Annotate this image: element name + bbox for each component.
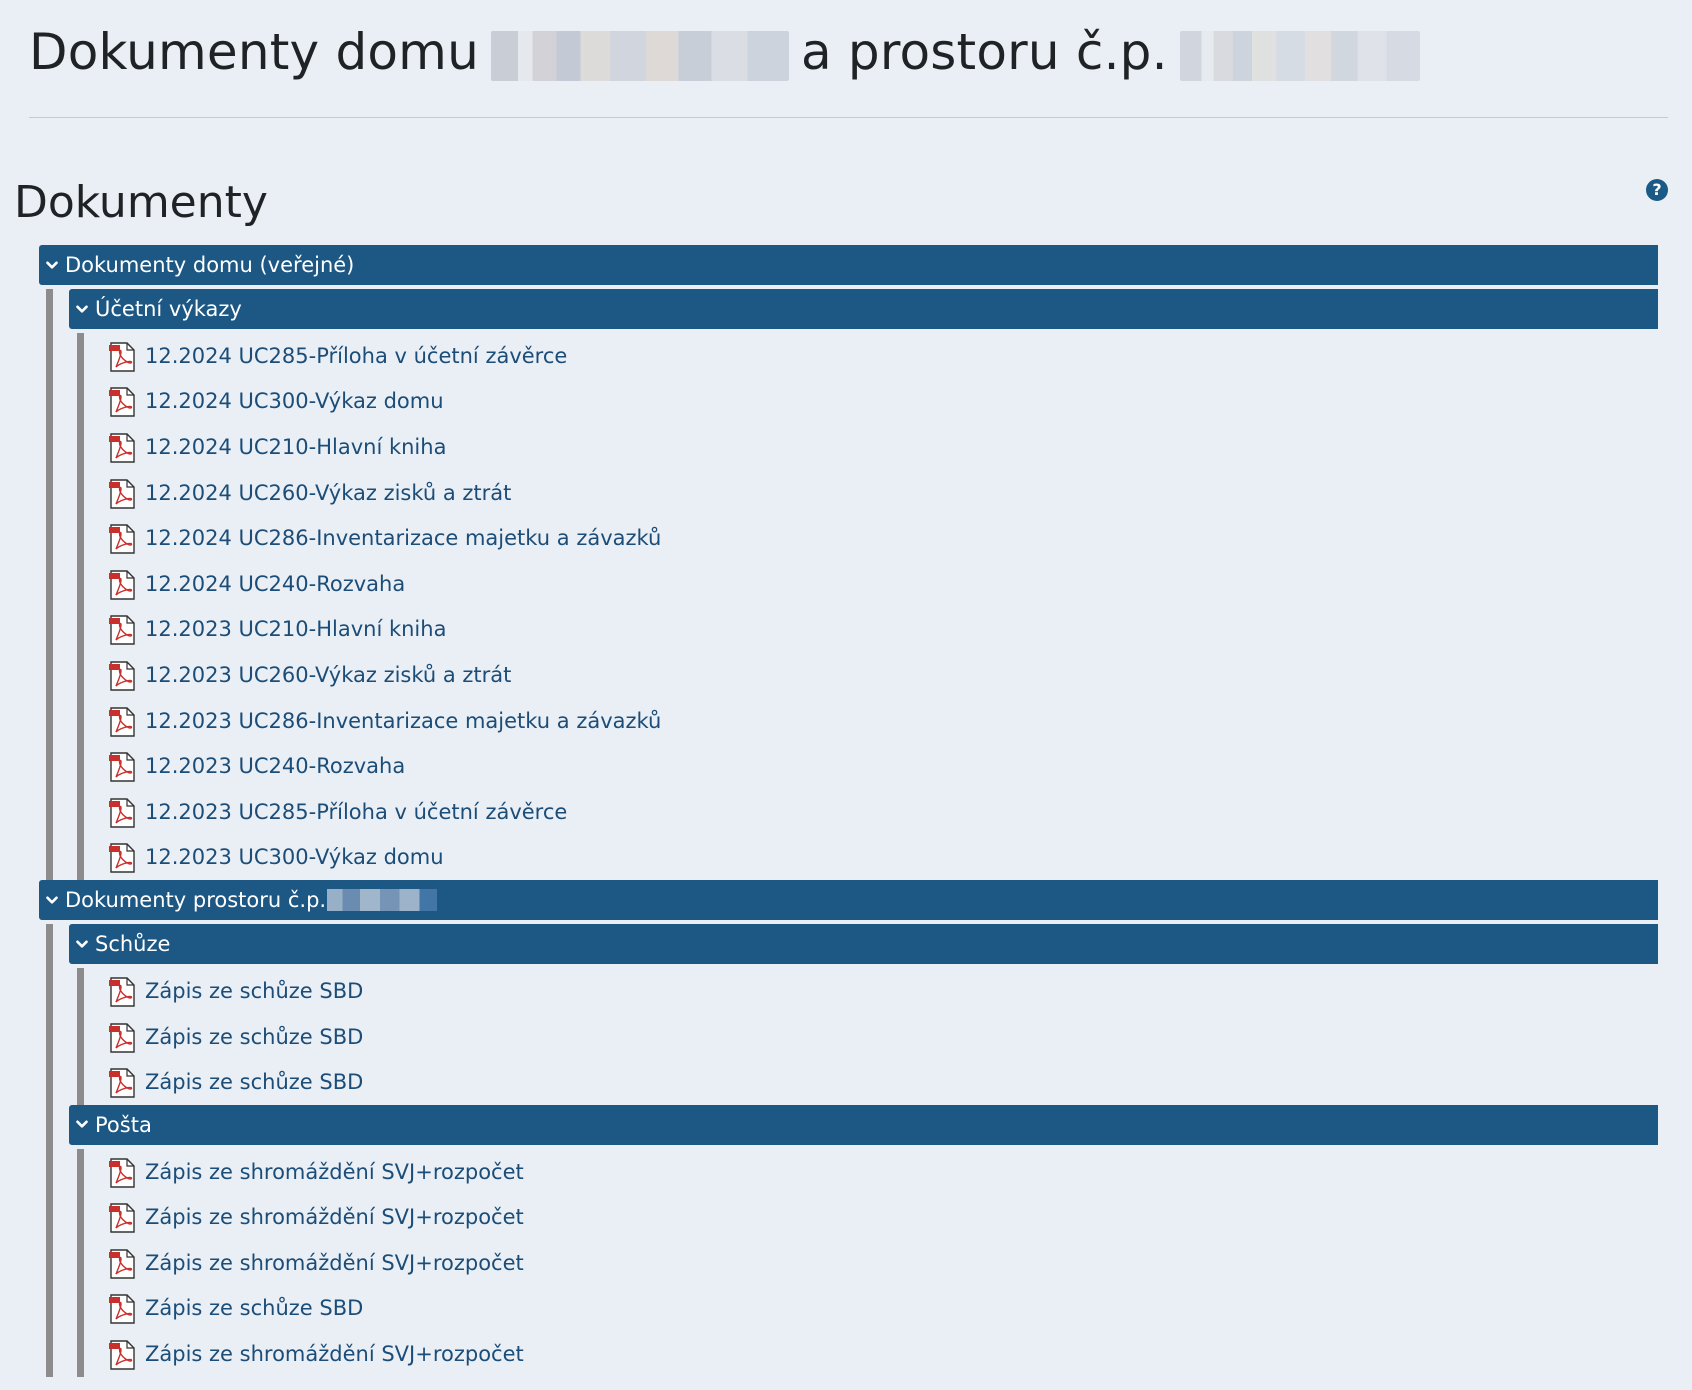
section-heading: Dokumenty xyxy=(14,177,268,228)
pdf-file-icon xyxy=(108,977,136,1007)
file-link[interactable]: Zápis ze schůze SBD xyxy=(108,1014,1658,1060)
file-name: 12.2023 UC285-Příloha v účetní závěrce xyxy=(145,799,568,824)
title-divider xyxy=(29,117,1668,118)
file-name: Zápis ze schůze SBD xyxy=(145,1024,364,1049)
file-link[interactable]: 12.2023 UC300-Výkaz domu xyxy=(108,835,1658,881)
subfolder-group: Pošta Zápis ze shromáždění SVJ+rozpočet Zá… xyxy=(69,1104,1658,1377)
file-list: Zápis ze shromáždění SVJ+rozpočet Zápis z… xyxy=(77,1148,1658,1377)
file-link[interactable]: 12.2024 UC300-Výkaz domu xyxy=(108,379,1658,425)
redacted-address xyxy=(490,31,789,81)
file-name: Zápis ze schůze SBD xyxy=(145,1070,364,1095)
chevron-down-icon xyxy=(45,893,59,907)
file-link[interactable]: 12.2024 UC260-Výkaz zisků a ztrát xyxy=(108,470,1658,516)
pdf-file-icon xyxy=(108,1022,136,1053)
file-name: 12.2024 UC300-Výkaz domu xyxy=(145,389,444,414)
file-name: 12.2024 UC210-Hlavní kniha xyxy=(145,434,447,459)
pdf-file-icon xyxy=(108,1203,136,1233)
pdf-file-icon xyxy=(108,752,136,782)
file-name: Zápis ze schůze SBD xyxy=(145,1296,364,1321)
chevron-down-icon xyxy=(75,302,89,316)
file-name: Zápis ze shromáždění SVJ+rozpočet xyxy=(145,1205,524,1230)
redacted-unit-number xyxy=(1179,31,1420,81)
file-name: 12.2023 UC286-Inventarizace majetku a zá… xyxy=(145,708,662,733)
file-link[interactable]: Zápis ze schůze SBD xyxy=(108,1286,1658,1332)
subfolder-group: Účetní výkazy 12.2024 UC285-Příloha v úče… xyxy=(69,289,1658,881)
file-name: 12.2024 UC240-Rozvaha xyxy=(145,571,406,596)
subfolder-label: Schůze xyxy=(95,932,171,957)
subfolder-header[interactable]: Pošta xyxy=(69,1104,1658,1145)
page-title-part2: a prostoru č.p. xyxy=(800,23,1168,81)
file-link[interactable]: Zápis ze shromáždění SVJ+rozpočet xyxy=(108,1240,1658,1286)
page-title-part1: Dokumenty domu xyxy=(29,23,479,81)
redacted-unit-number xyxy=(327,889,438,912)
file-link[interactable]: Zápis ze shromáždění SVJ+rozpočet xyxy=(108,1195,1658,1241)
file-link[interactable]: 12.2023 UC285-Příloha v účetní závěrce xyxy=(108,789,1658,835)
page-title: Dokumenty domu a prostoru č.p. xyxy=(29,20,1432,84)
file-link[interactable]: Zápis ze shromáždění SVJ+rozpočet xyxy=(108,1149,1658,1195)
file-name: 12.2023 UC300-Výkaz domu xyxy=(145,845,444,870)
file-link[interactable]: 12.2023 UC260-Výkaz zisků a ztrát xyxy=(108,652,1658,698)
file-link[interactable]: 12.2023 UC240-Rozvaha xyxy=(108,743,1658,789)
file-name: 12.2024 UC260-Výkaz zisků a ztrát xyxy=(145,480,512,505)
file-link[interactable]: Zápis ze shromáždění SVJ+rozpočet xyxy=(108,1331,1658,1377)
file-name: 12.2023 UC240-Rozvaha xyxy=(145,754,406,779)
pdf-file-icon xyxy=(108,843,136,874)
subfolder-header[interactable]: Schůze xyxy=(69,924,1658,965)
subfolder-header[interactable]: Účetní výkazy xyxy=(69,289,1658,329)
folder-group: Dokumenty domu (veřejné) Účetní výkazy 12.… xyxy=(39,245,1658,881)
file-name: Zápis ze shromáždění SVJ+rozpočet xyxy=(145,1159,524,1184)
pdf-file-icon xyxy=(108,387,136,418)
file-name: 12.2023 UC210-Hlavní kniha xyxy=(145,617,447,642)
help-icon[interactable]: ? xyxy=(1646,179,1668,201)
pdf-file-icon xyxy=(108,570,136,600)
folder-header[interactable]: Dokumenty domu (veřejné) xyxy=(39,245,1658,285)
file-name: Zápis ze shromáždění SVJ+rozpočet xyxy=(145,1342,524,1367)
folder-children: Účetní výkazy 12.2024 UC285-Příloha v úče… xyxy=(46,289,1658,881)
folder-children: Schůze Zápis ze schůze SBD Zápis ze schůze… xyxy=(46,924,1658,1377)
file-link[interactable]: 12.2024 UC286-Inventarizace majetku a zá… xyxy=(108,515,1658,561)
file-name: 12.2023 UC260-Výkaz zisků a ztrát xyxy=(145,662,512,687)
file-link[interactable]: 12.2024 UC240-Rozvaha xyxy=(108,561,1658,607)
chevron-down-icon xyxy=(45,258,59,272)
chevron-down-icon xyxy=(75,937,89,951)
file-link[interactable]: 12.2023 UC210-Hlavní kniha xyxy=(108,607,1658,653)
pdf-file-icon xyxy=(108,1340,136,1370)
folder-label: Dokumenty domu (veřejné) xyxy=(65,253,355,277)
file-name: 12.2024 UC285-Příloha v účetní závěrce xyxy=(145,343,568,368)
folder-header[interactable]: Dokumenty prostoru č.p. xyxy=(39,880,1658,921)
file-name: Zápis ze schůze SBD xyxy=(145,978,364,1003)
pdf-file-icon xyxy=(108,478,136,509)
file-link[interactable]: Zápis ze schůze SBD xyxy=(108,1059,1658,1105)
file-list: 12.2024 UC285-Příloha v účetní závěrce 12… xyxy=(77,333,1658,881)
subfolder-label: Účetní výkazy xyxy=(95,297,242,321)
file-link[interactable]: 12.2024 UC285-Příloha v účetní závěrce xyxy=(108,333,1658,379)
pdf-file-icon xyxy=(108,798,136,828)
document-tree: Dokumenty domu (veřejné) Účetní výkazy 12.… xyxy=(39,245,1658,1377)
folder-label: Dokumenty prostoru č.p. xyxy=(65,888,327,913)
pdf-file-icon xyxy=(108,1158,136,1188)
folder-group: Dokumenty prostoru č.p. Schůze Zápis ze sc… xyxy=(39,880,1658,1377)
file-name: 12.2024 UC286-Inventarizace majetku a zá… xyxy=(145,526,662,551)
file-link[interactable]: 12.2023 UC286-Inventarizace majetku a zá… xyxy=(108,698,1658,744)
subfolder-group: Schůze Zápis ze schůze SBD Zápis ze schůze… xyxy=(69,924,1658,1105)
subfolder-label: Pošta xyxy=(95,1112,152,1137)
pdf-file-icon xyxy=(108,1294,136,1325)
file-name: Zápis ze shromáždění SVJ+rozpočet xyxy=(145,1250,524,1275)
file-link[interactable]: Zápis ze schůze SBD xyxy=(108,968,1658,1014)
page: Dokumenty domu a prostoru č.p. Dokumenty… xyxy=(0,0,1692,1390)
pdf-file-icon xyxy=(108,615,136,646)
pdf-file-icon xyxy=(108,1068,136,1098)
file-link[interactable]: 12.2024 UC210-Hlavní kniha xyxy=(108,424,1658,470)
file-list: Zápis ze schůze SBD Zápis ze schůze SBD Zá… xyxy=(77,968,1658,1105)
pdf-file-icon xyxy=(108,524,136,554)
pdf-file-icon xyxy=(108,661,136,691)
pdf-file-icon xyxy=(108,1249,136,1279)
pdf-file-icon xyxy=(108,433,136,463)
pdf-file-icon xyxy=(108,342,136,372)
chevron-down-icon xyxy=(75,1118,89,1132)
pdf-file-icon xyxy=(108,706,136,737)
